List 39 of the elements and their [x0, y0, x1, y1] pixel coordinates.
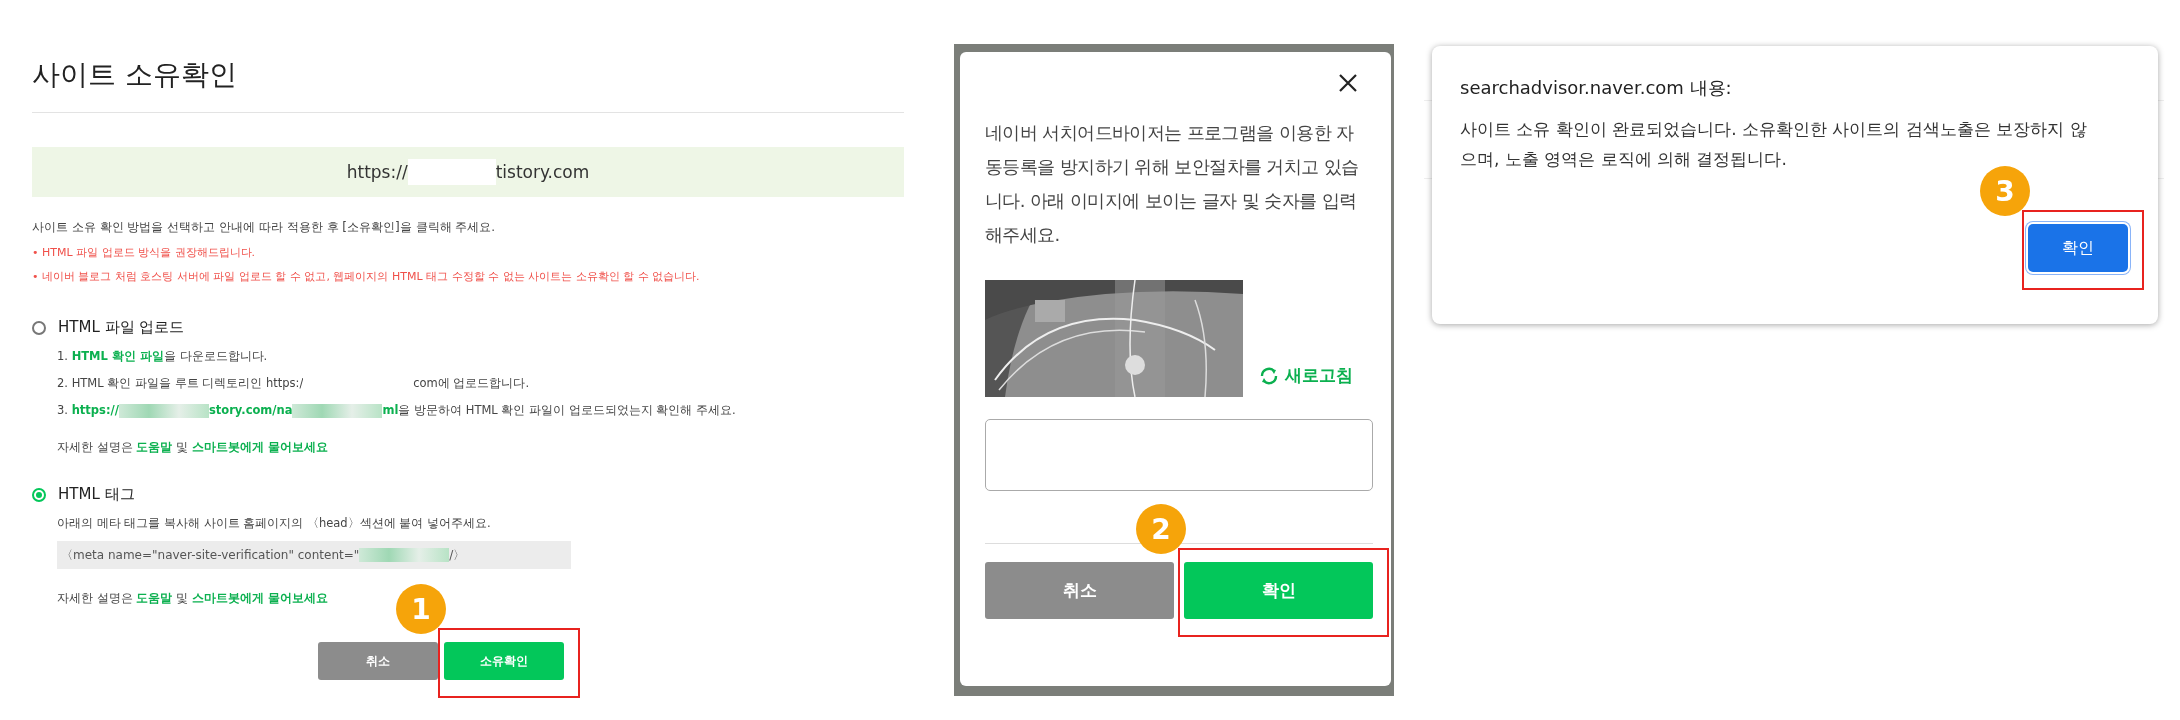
link[interactable]: https://: [71, 403, 119, 417]
cancel-button[interactable]: 취소: [318, 642, 438, 680]
captcha-message: 네이버 서치어드바이저는 프로그램을 이용한 자동등록을 방지하기 위해 보안절차를 거치고 있습니다. 아래 이미지에 보이는 글자 및 숫자를 입력해주세요.: [985, 121, 1360, 247]
description-text: 아래의 메타 태그를 복사해 사이트 홈페이지의 〈head〉섹션에 붙여 넣어주세요.: [57, 516, 492, 531]
step-text: 1. HTML 확인 파일을 다운로드합니다.: [57, 349, 269, 364]
cancel-button[interactable]: 취소: [985, 562, 1174, 619]
captcha-input[interactable]: [985, 419, 1373, 491]
link[interactable]: ml: [382, 403, 399, 417]
step-text: 2. HTML 확인 파일을 루트 디렉토리인 https:/ com에 업로드합니다.: [57, 376, 531, 391]
link[interactable]: 도움말: [136, 591, 173, 605]
link[interactable]: 도움말: [136, 440, 173, 454]
link[interactable]: HTML 확인 파일: [71, 349, 164, 363]
step-badge: 2: [1136, 504, 1186, 554]
instruction-text: 사이트 소유 확인 방법을 선택하고 안내에 따라 적용한 후 [소유확인]을 클릭해 주세요.: [32, 219, 497, 236]
confirm-button[interactable]: 확인: [1184, 562, 1373, 619]
notice-text: • HTML 파일 업로드 방식을 권장해드립니다.: [32, 245, 257, 260]
link[interactable]: 스마트봇에게 물어보세요: [191, 591, 328, 605]
confirm-button[interactable]: 확인: [2028, 224, 2128, 272]
dialog-title: searchadvisor.naver.com 내용:: [1460, 76, 1733, 100]
step-badge: 1: [396, 584, 446, 634]
step-badge: 3: [1980, 166, 2030, 216]
step-text: 3. https:// story.com/na ml을 방문하여 HTML 확인 파일이 업로드되었는지 확인해 주세요.: [57, 403, 737, 418]
refresh-button[interactable]: 새로고침: [1259, 364, 1353, 397]
confirm-button[interactable]: 소유확인: [444, 642, 564, 680]
close-icon[interactable]: [1337, 72, 1359, 94]
help-text: 자세한 설명은 도움말 및 스마트봇에게 물어보세요: [57, 440, 329, 455]
url-text: tistory.com: [495, 162, 590, 182]
code-box[interactable]: 〈meta name="naver-site-verification" content=" /〉: [57, 541, 571, 569]
radio-button[interactable]: [32, 487, 46, 502]
page-title: 사이트 소유확인: [32, 56, 904, 113]
url-text: https://: [346, 162, 408, 182]
link[interactable]: story.com/na: [208, 403, 293, 417]
link[interactable]: 스마트봇에게 물어보세요: [191, 440, 328, 454]
help-text: 자세한 설명은 도움말 및 스마트봇에게 물어보세요: [57, 591, 329, 606]
notice-text: • 네이버 블로그 처럼 호스팅 서버에 파일 업로드 할 수 없고, 웹페이지의 HTML 태그 수정할 수 없는 사이트는 소유확인 할 수 없습니다.: [32, 269, 701, 284]
radio-button[interactable]: [32, 320, 46, 335]
radio-label[interactable]: HTML 태그: [58, 485, 135, 504]
refresh-icon: [1259, 366, 1279, 385]
radio-label[interactable]: HTML 파일 업로드: [58, 318, 185, 337]
